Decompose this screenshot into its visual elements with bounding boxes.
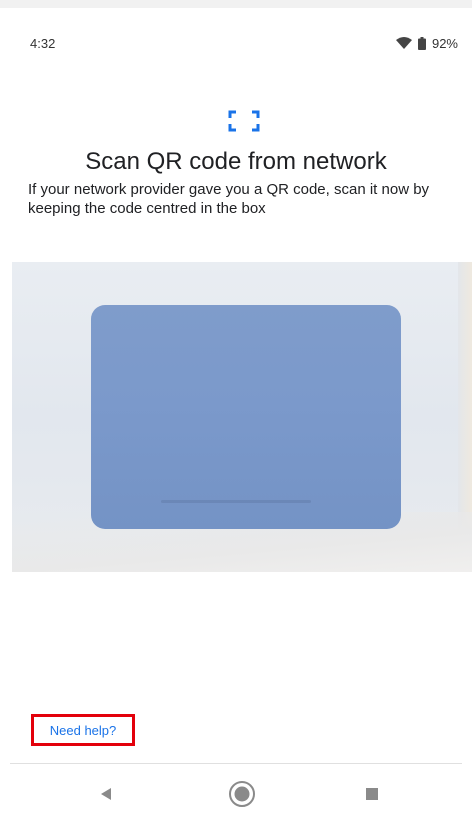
camera-preview bbox=[12, 262, 472, 572]
recents-button[interactable] bbox=[350, 774, 394, 814]
scan-box bbox=[91, 305, 401, 529]
wifi-icon bbox=[395, 37, 412, 49]
page-description: If your network provider gave you a QR c… bbox=[28, 181, 430, 217]
home-icon bbox=[229, 781, 255, 807]
status-right: 92% bbox=[395, 35, 458, 51]
status-time: 4:32 bbox=[30, 35, 56, 51]
screen: 4:32 92% Scan QR code from network If yo… bbox=[0, 0, 472, 826]
frame-top bbox=[0, 0, 472, 8]
scan-reflection bbox=[161, 500, 311, 503]
battery-percent: 92% bbox=[431, 35, 458, 51]
back-button[interactable] bbox=[84, 774, 128, 814]
status-bar: 4:32 92% bbox=[0, 8, 472, 78]
home-button[interactable] bbox=[220, 774, 264, 814]
page-title: Scan QR code from network bbox=[85, 148, 387, 175]
battery-icon bbox=[417, 36, 426, 50]
recents-icon bbox=[366, 788, 378, 800]
navigation-bar bbox=[0, 764, 472, 826]
need-help-link[interactable]: Need help? bbox=[31, 714, 135, 746]
back-icon bbox=[101, 788, 111, 800]
qr-scan-icon bbox=[228, 110, 260, 132]
